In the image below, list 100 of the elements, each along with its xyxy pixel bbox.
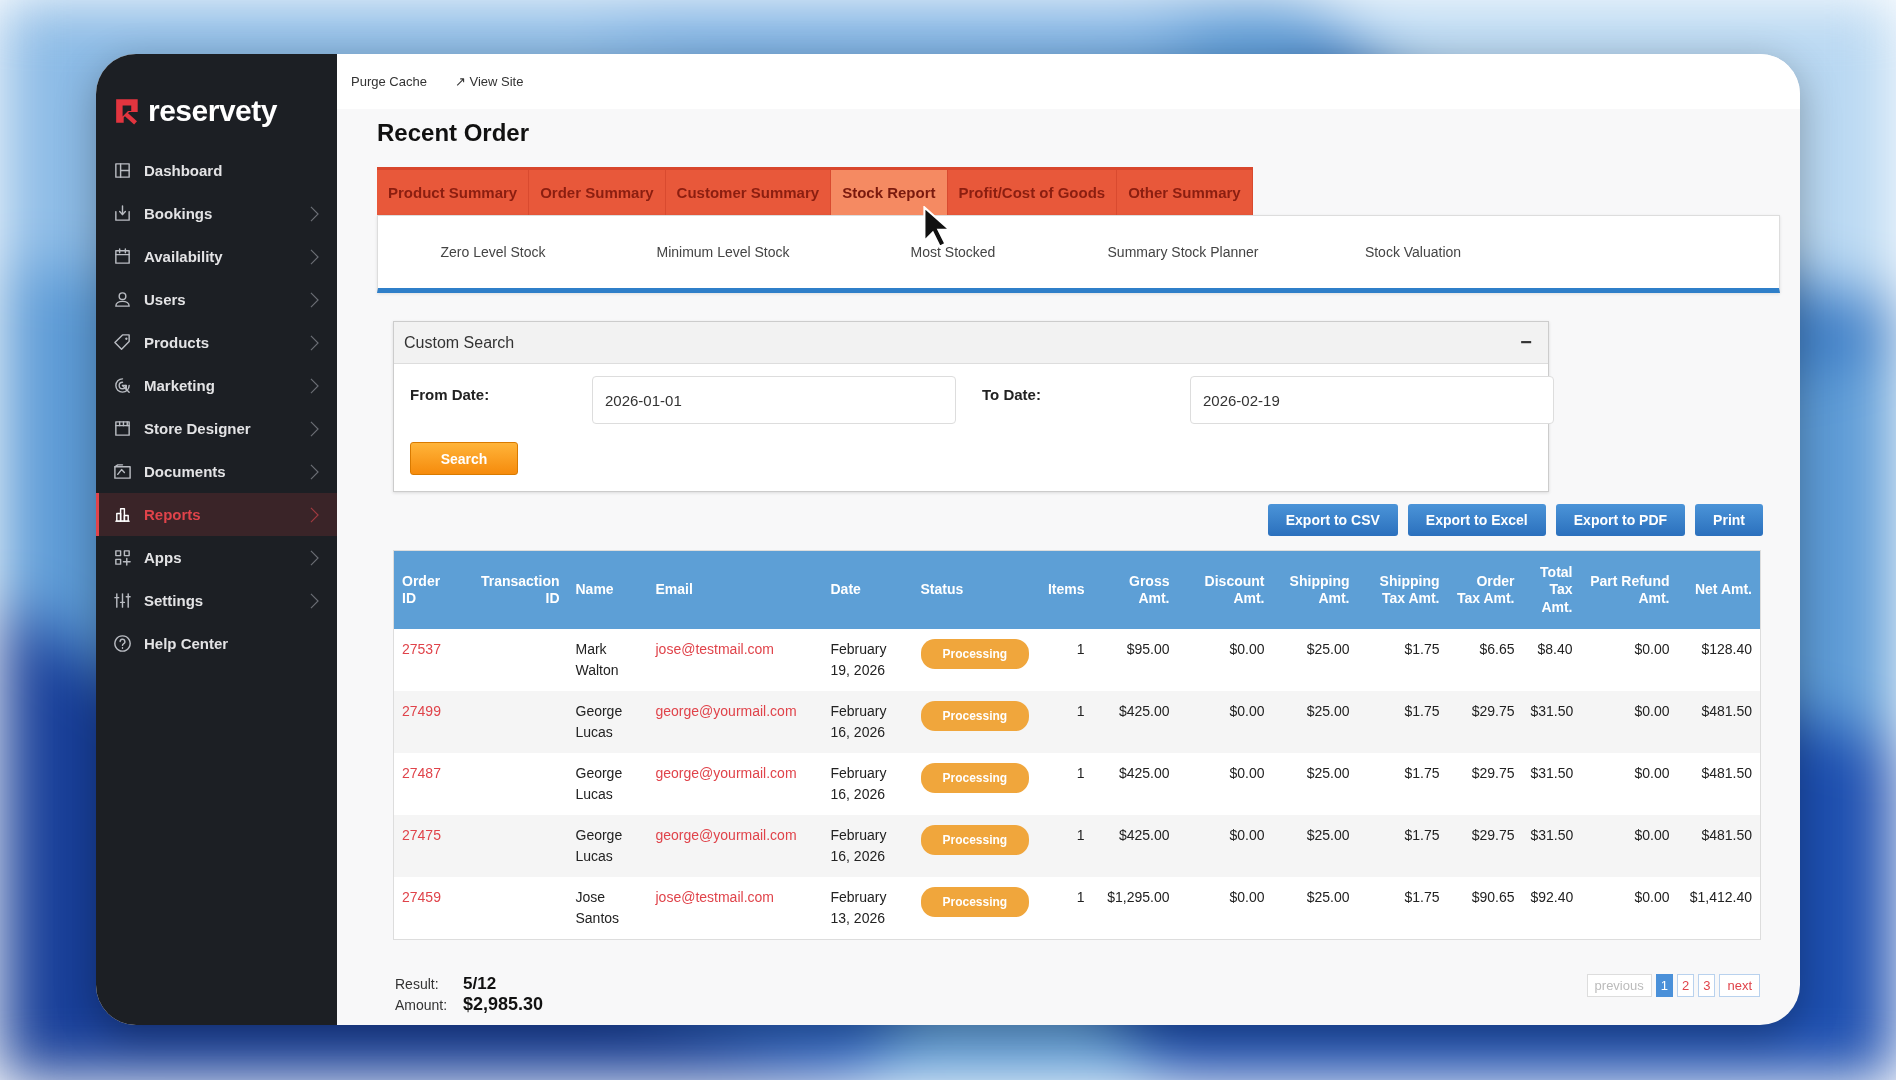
sidebar-item[interactable]: Dashboard	[96, 149, 337, 192]
summary-label: Result:	[395, 976, 440, 992]
table-cell: $6.65	[1479, 641, 1515, 657]
report-tab[interactable]: Stock Report	[831, 170, 948, 215]
table-cell: $0.00	[1229, 827, 1265, 843]
table-cell: February 16, 2026	[830, 765, 887, 802]
table-cell: $29.75	[1471, 827, 1515, 843]
table-cell: $92.40	[1530, 889, 1574, 905]
sliders-icon	[113, 591, 132, 610]
target-icon	[113, 376, 132, 395]
sidebar-item[interactable]: Bookings	[96, 192, 337, 235]
export-button[interactable]: Print	[1695, 504, 1763, 536]
order-link[interactable]: 27487	[402, 765, 441, 781]
summary-label: Amount:	[395, 997, 449, 1013]
table-cell: February 16, 2026	[830, 703, 887, 740]
table-cell: $481.50	[1701, 765, 1752, 781]
table-cell: $1.75	[1404, 641, 1440, 657]
table-cell: $425.00	[1118, 765, 1170, 781]
order-link[interactable]: 27459	[402, 889, 441, 905]
table-cell: $90.65	[1471, 889, 1515, 905]
date-field[interactable]: 2026-02-19	[1190, 376, 1554, 424]
status-badge: Processing	[920, 701, 1030, 731]
table-cell: $29.75	[1471, 765, 1515, 781]
help-icon	[113, 634, 132, 653]
table-cell: $25.00	[1306, 827, 1350, 843]
sidebar-item[interactable]: Users	[96, 278, 337, 321]
table-cell: February 13, 2026	[830, 889, 887, 926]
table-cell: $1.75	[1404, 889, 1440, 905]
order-link[interactable]: 27499	[402, 703, 441, 719]
export-button[interactable]: Export to Excel	[1407, 504, 1546, 536]
table-cell: $0.00	[1634, 765, 1670, 781]
date-field[interactable]: 2026-01-01	[592, 376, 956, 424]
tag-icon	[113, 333, 132, 352]
sub-tab[interactable]: Zero Level Stock	[378, 244, 608, 260]
table-cell: George Lucas	[575, 703, 623, 740]
table-cell: 1	[1076, 641, 1085, 657]
table-cell: $25.00	[1306, 703, 1350, 719]
sidebar-item[interactable]: Marketing	[96, 364, 337, 407]
column-header: Discount Amt.	[1177, 550, 1273, 629]
summary-value: $2,985.30	[463, 994, 544, 1015]
table-cell: $0.00	[1229, 641, 1265, 657]
table-cell: George Lucas	[575, 765, 623, 802]
email-link[interactable]: jose@testmail.com	[655, 889, 774, 905]
sub-tab[interactable]: Summary Stock Planner	[1068, 244, 1298, 260]
sidebar-item[interactable]: Availability	[96, 235, 337, 278]
bar-chart-icon	[113, 505, 132, 524]
top-link[interactable]: Purge Cache	[351, 74, 427, 89]
table-cell: $0.00	[1634, 889, 1670, 905]
order-link[interactable]: 27537	[402, 641, 441, 657]
sidebar-item[interactable]: Documents	[96, 450, 337, 493]
table-cell: $31.50	[1530, 765, 1574, 781]
sub-tab[interactable]: Stock Valuation	[1298, 244, 1528, 260]
sidebar-item[interactable]: Settings	[96, 579, 337, 622]
sidebar-item[interactable]: Products	[96, 321, 337, 364]
sidebar-item[interactable]: Help Center	[96, 622, 337, 665]
table-cell: $1,412.40	[1689, 889, 1752, 905]
page-button[interactable]: 2	[1676, 974, 1695, 997]
page-button[interactable]: 1	[1655, 974, 1673, 997]
table-cell: $1.75	[1404, 703, 1440, 719]
page-title: Recent Order	[377, 119, 531, 147]
column-header: Total Tax Amt.	[1522, 550, 1581, 629]
download-icon	[113, 204, 132, 223]
email-link[interactable]: george@yourmail.com	[655, 765, 797, 781]
calendar-icon	[113, 247, 132, 266]
column-header: Email	[647, 550, 823, 629]
table-cell: George Lucas	[575, 827, 623, 864]
sub-tab[interactable]: Most Stocked	[838, 244, 1068, 260]
table-cell: $0.00	[1634, 827, 1670, 843]
column-header: Order Tax Amt.	[1447, 550, 1523, 629]
page-button[interactable]: next	[1719, 974, 1760, 997]
sidebar-item[interactable]: Apps	[96, 536, 337, 579]
table-cell: Jose Santos	[575, 889, 620, 926]
summary-value: 5/12	[463, 974, 497, 994]
table-cell: $425.00	[1118, 703, 1170, 719]
sidebar-item[interactable]: Store Designer	[96, 407, 337, 450]
table-cell: Mark Walton	[575, 641, 619, 678]
top-link[interactable]: ↗ View Site	[454, 74, 524, 89]
column-header: Shipping Amt.	[1272, 550, 1358, 629]
table-cell: $95.00	[1126, 641, 1170, 657]
user-icon	[113, 290, 132, 309]
logo-text: reservety	[148, 94, 277, 128]
store-icon	[113, 419, 132, 438]
table-cell: $0.00	[1229, 765, 1265, 781]
column-header: Shipping Tax Amt.	[1357, 550, 1448, 629]
status-badge: Processing	[920, 763, 1030, 793]
page-button[interactable]: 3	[1698, 974, 1716, 997]
table-cell: $425.00	[1118, 827, 1170, 843]
export-button[interactable]: Export to CSV	[1267, 504, 1398, 536]
field-label: To Date:	[981, 385, 1042, 403]
panel-title: Custom Search	[404, 333, 515, 352]
collapse-button[interactable]: −	[1514, 331, 1538, 354]
column-header: Date	[822, 550, 913, 629]
order-link[interactable]: 27475	[402, 827, 441, 843]
column-header: Transaction ID	[464, 550, 568, 629]
sidebar-item[interactable]: Reports	[96, 493, 337, 536]
table-cell: $0.00	[1229, 703, 1265, 719]
email-link[interactable]: jose@testmail.com	[655, 641, 774, 657]
table-cell: $481.50	[1701, 703, 1752, 719]
export-button[interactable]: Export to PDF	[1555, 504, 1686, 536]
sub-tab[interactable]: Minimum Level Stock	[608, 244, 838, 260]
